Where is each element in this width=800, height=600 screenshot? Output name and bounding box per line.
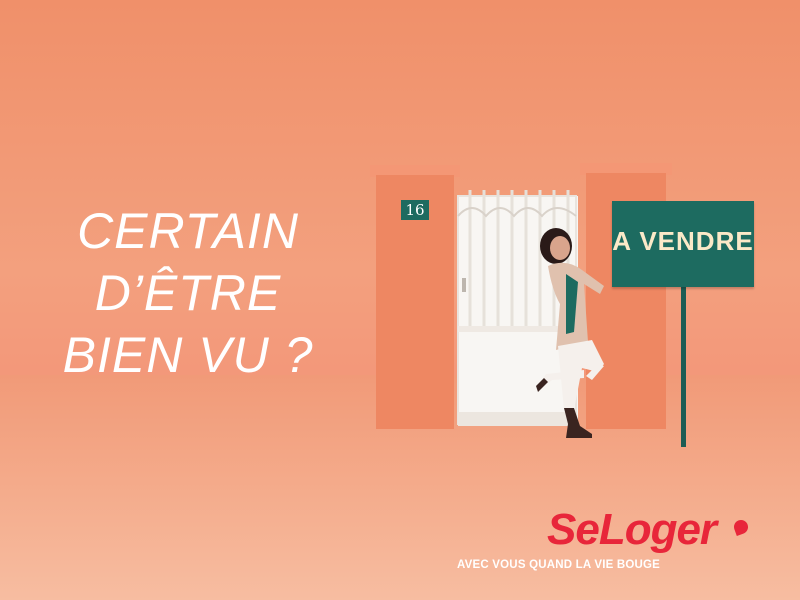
headline-line-2: D’ÊTRE <box>94 265 282 321</box>
headline-line-1: CERTAIN <box>77 203 299 259</box>
brand-tagline: AVEC VOUS QUAND LA VIE BOUGE <box>457 559 661 571</box>
seloger-logo: SeLoger <box>547 505 717 554</box>
advertisement: CERTAIN D’ÊTRE BIEN VU ? 16 A VENDRE SeL… <box>0 0 800 600</box>
headline: CERTAIN D’ÊTRE BIEN VU ? <box>58 200 318 386</box>
sign-post <box>681 287 686 447</box>
house-number-plate: 16 <box>401 200 429 220</box>
headline-line-3: BIEN VU ? <box>62 327 314 383</box>
for-sale-sign-text: A VENDRE <box>612 226 754 256</box>
